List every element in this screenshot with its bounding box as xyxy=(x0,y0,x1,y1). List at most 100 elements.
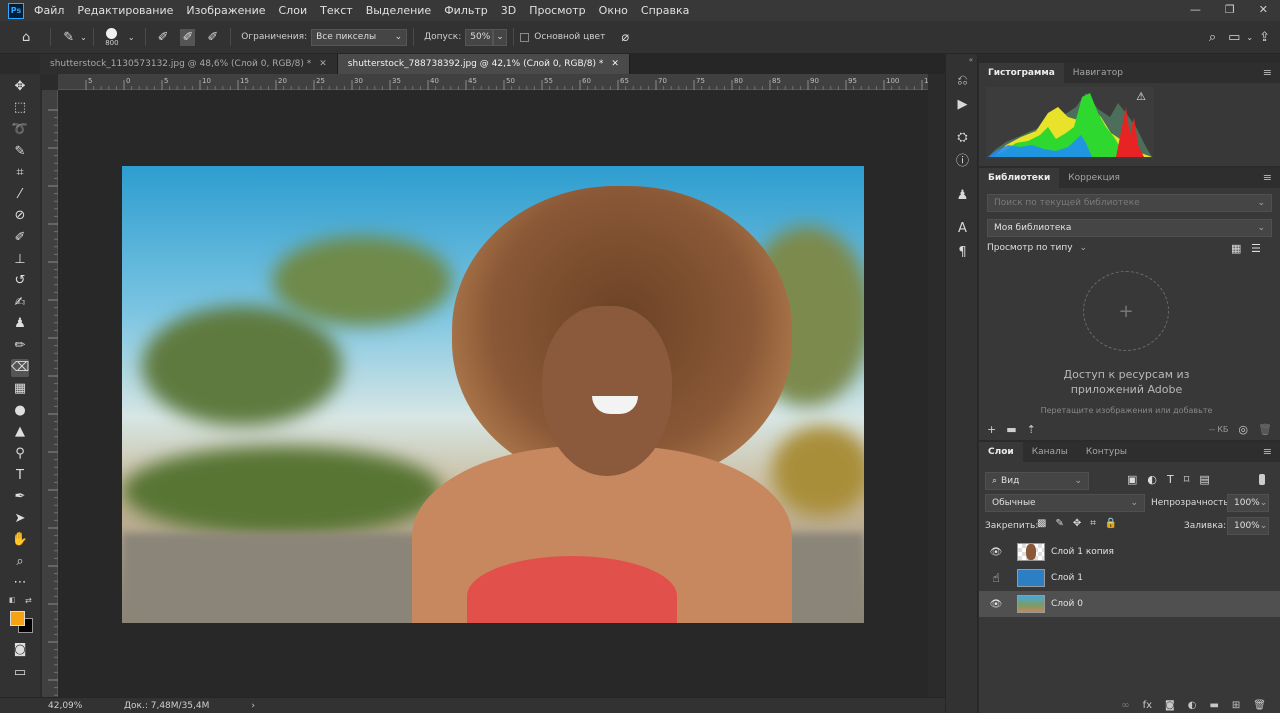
tab-libraries[interactable]: Библиотеки xyxy=(979,168,1060,188)
zoom-tool-icon[interactable]: ⌕ xyxy=(11,553,29,571)
library-select[interactable]: Моя библиотека ⌄ xyxy=(987,219,1272,237)
properties-panel-icon[interactable]: ⛭ xyxy=(954,129,971,146)
close-window-button[interactable]: ✕ xyxy=(1259,3,1268,16)
panel-menu-icon[interactable]: ≡ xyxy=(1263,171,1272,184)
tab-adjustments[interactable]: Коррекция xyxy=(1059,168,1129,188)
eraser-tool-preset-icon[interactable]: ✎ xyxy=(63,30,74,45)
new-layer-icon[interactable]: ⊞ xyxy=(1232,700,1240,711)
warning-icon[interactable]: ⚠ xyxy=(1136,90,1146,103)
tab-paths[interactable]: Контуры xyxy=(1077,442,1136,462)
actions-panel-icon[interactable]: ▶ xyxy=(954,96,971,113)
chevron-down-icon[interactable]: ⌄ xyxy=(80,33,87,42)
delete-layer-icon[interactable]: 🗑 xyxy=(1253,700,1266,711)
hand-tool-icon[interactable]: ✋ xyxy=(11,531,29,549)
menu-type[interactable]: Текст xyxy=(320,4,353,17)
status-menu-arrow[interactable]: › xyxy=(251,701,255,711)
tolerance-dropdown[interactable]: ⌄ xyxy=(493,28,508,46)
opacity-input[interactable]: 100% ⌄ xyxy=(1227,494,1269,512)
view-by-type-dropdown[interactable]: Просмотр по типу ⌄ xyxy=(987,243,1087,253)
sharpen-tool-icon[interactable]: ▲ xyxy=(11,423,29,441)
chevron-down-icon[interactable]: ⌄ xyxy=(128,33,135,42)
foreground-color-swatch[interactable] xyxy=(10,611,25,626)
workspace-icon[interactable]: ▭ xyxy=(1228,30,1240,45)
limits-dropdown[interactable]: Все пикселы ⌄ xyxy=(311,28,408,46)
link-layers-icon[interactable]: ∞ xyxy=(1121,700,1129,711)
tab-navigator[interactable]: Навигатор xyxy=(1064,63,1132,83)
history-panel-icon[interactable]: ⎌ xyxy=(954,72,971,89)
share-icon[interactable]: ⇪ xyxy=(1259,30,1270,45)
paragraph-panel-icon[interactable]: ¶ xyxy=(954,244,971,261)
lock-pixels-icon[interactable]: ✎ xyxy=(1055,518,1063,529)
menu-help[interactable]: Справка xyxy=(641,4,689,17)
menu-view[interactable]: Просмотр xyxy=(529,4,585,17)
layer-name[interactable]: Слой 0 xyxy=(1051,599,1083,609)
library-search-input[interactable]: Поиск по текущей библиотеке ⌄ xyxy=(987,194,1272,212)
eyedropper-tool-icon[interactable]: ⁄ xyxy=(11,186,29,204)
blur-tool-icon[interactable]: ● xyxy=(11,402,29,420)
quick-selection-tool-icon[interactable]: ✎ xyxy=(11,143,29,161)
pen-tool-icon[interactable]: ✒ xyxy=(11,488,29,506)
menu-layers[interactable]: Слои xyxy=(279,4,308,17)
brush-pressure-icon[interactable]: ⌀ xyxy=(621,30,629,45)
tab-channels[interactable]: Каналы xyxy=(1023,442,1077,462)
home-icon[interactable]: ⌂ xyxy=(22,30,30,45)
layer-row[interactable]: ☝ Слой 1 xyxy=(979,565,1280,591)
brush-tool-icon[interactable]: ✐ xyxy=(11,229,29,247)
smart-object-filter-icon[interactable]: ▤ xyxy=(1199,473,1209,486)
panel-menu-icon[interactable]: ≡ xyxy=(1263,445,1272,458)
main-color-checkbox[interactable] xyxy=(520,32,530,42)
layer-name[interactable]: Слой 1 копия xyxy=(1051,547,1114,557)
add-mask-icon[interactable]: ◙ xyxy=(1165,700,1175,711)
trash-icon[interactable]: 🗑 xyxy=(1258,423,1272,436)
upload-icon[interactable]: ⇡ xyxy=(1027,423,1036,436)
adjustment-filter-icon[interactable]: ◐ xyxy=(1147,473,1157,486)
hand-cursor-icon[interactable]: ☝ xyxy=(989,571,1003,585)
minimize-button[interactable]: — xyxy=(1190,3,1201,16)
grid-view-icon[interactable]: ▦ xyxy=(1231,242,1241,255)
lock-artboard-icon[interactable]: ⌗ xyxy=(1090,518,1096,529)
mixer-brush-icon[interactable]: ✏ xyxy=(11,337,29,355)
layer-row-selected[interactable]: 👁 Слой 0 xyxy=(979,591,1280,617)
type-filter-icon[interactable]: T xyxy=(1167,473,1174,486)
screen-mode-icon[interactable]: ▭ xyxy=(11,664,29,682)
add-asset-circle[interactable]: + xyxy=(1083,271,1169,351)
menu-image[interactable]: Изображение xyxy=(186,4,265,17)
close-icon[interactable]: ✕ xyxy=(611,59,619,69)
brush-size-picker[interactable]: 800 xyxy=(100,27,124,47)
menu-window[interactable]: Окно xyxy=(599,4,628,17)
info-panel-icon[interactable]: ⓘ xyxy=(954,153,971,170)
tab-histogram[interactable]: Гистограмма xyxy=(979,63,1064,83)
search-icon[interactable]: ⌕ xyxy=(1209,30,1216,45)
shape-filter-icon[interactable]: ⌑ xyxy=(1184,473,1190,486)
list-view-icon[interactable]: ☰ xyxy=(1251,242,1261,255)
adjustment-layer-icon[interactable]: ◐ xyxy=(1188,700,1197,711)
document-image[interactable] xyxy=(122,166,864,623)
marquee-tool-icon[interactable]: ⬚ xyxy=(11,99,29,117)
new-group-icon[interactable]: ▬ xyxy=(1209,700,1218,711)
history-brush-tool-icon[interactable]: ↺ xyxy=(11,272,29,290)
tab-document-1[interactable]: shutterstock_1130573132.jpg @ 48,6% (Сло… xyxy=(40,54,338,74)
swap-colors-icon[interactable]: ⇄ xyxy=(25,596,32,605)
fx-icon[interactable]: fx xyxy=(1143,700,1152,711)
more-tools-icon[interactable]: ⋯ xyxy=(11,574,29,592)
chevron-down-icon[interactable]: ⌄ xyxy=(1246,33,1253,42)
restore-button[interactable]: ❐ xyxy=(1225,3,1235,16)
move-tool-icon[interactable]: ✥ xyxy=(11,78,29,96)
menu-3d[interactable]: 3D xyxy=(501,4,516,17)
stamp-icon[interactable]: ♟ xyxy=(11,315,29,333)
sync-icon[interactable]: ◎ xyxy=(1238,423,1248,436)
eye-icon[interactable]: 👁 xyxy=(989,547,1003,558)
type-tool-icon[interactable]: T xyxy=(11,467,29,485)
tab-layers[interactable]: Слои xyxy=(979,442,1023,462)
healing-brush-tool-icon[interactable]: ⊘ xyxy=(11,207,29,225)
panel-menu-icon[interactable]: ≡ xyxy=(1263,66,1272,79)
close-icon[interactable]: ✕ xyxy=(319,59,327,69)
gradient-tool-icon[interactable]: ▦ xyxy=(11,380,29,398)
art-history-brush-icon[interactable]: ✍ xyxy=(11,294,29,312)
character-panel-icon[interactable]: A xyxy=(954,220,971,237)
lasso-tool-icon[interactable]: ➰ xyxy=(11,121,29,139)
stamp-tool-icon[interactable]: ⊥ xyxy=(11,251,29,269)
lock-position-icon[interactable]: ✥ xyxy=(1073,518,1081,529)
path-selection-tool-icon[interactable]: ➤ xyxy=(11,510,29,528)
pixel-filter-icon[interactable]: ▣ xyxy=(1127,473,1137,486)
